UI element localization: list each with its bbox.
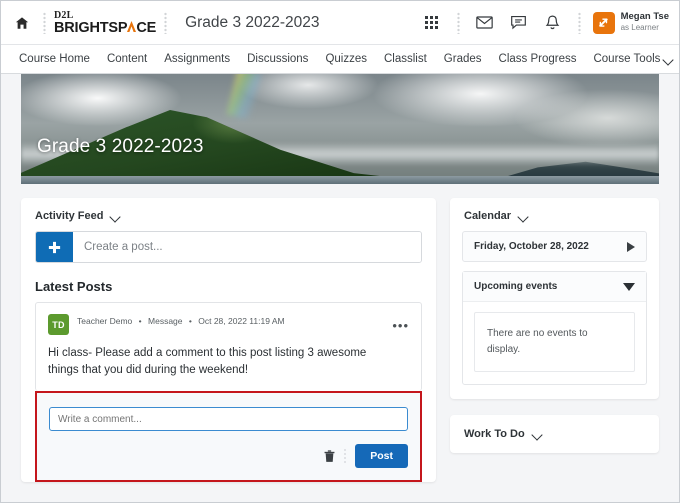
comment-composer-highlight: Post (35, 391, 422, 483)
post-body: Hi class- Please add a comment to this p… (48, 347, 367, 376)
left-column: Activity Feed Create a post... Latest Po… (21, 198, 436, 483)
right-column: Calendar Friday, October 28, 2022 Upcomi… (450, 198, 659, 482)
logo-chevron-a-icon (127, 20, 137, 36)
banner-title: Grade 3 2022-2023 (37, 136, 204, 157)
chevron-down-icon[interactable] (519, 212, 528, 221)
nav-label: Class Progress (498, 53, 577, 65)
work-to-do-title: Work To Do (464, 428, 525, 440)
nav-item-content[interactable]: Content (107, 53, 147, 65)
brightspace-logo[interactable]: D2L BRIGHTSP CE (54, 10, 156, 36)
header-divider-4 (577, 11, 581, 34)
action-divider (344, 447, 347, 465)
banner-water (21, 176, 659, 184)
header-divider-1 (43, 11, 46, 34)
envelope-icon[interactable] (468, 6, 502, 40)
activity-feed-title: Activity Feed (35, 210, 104, 222)
chevron-down-icon[interactable] (533, 430, 542, 439)
header-actions: Megan Tse as Learner (415, 6, 669, 40)
calendar-current-date: Friday, October 28, 2022 (474, 241, 589, 252)
home-icon[interactable] (9, 16, 35, 30)
role-switch-icon[interactable] (592, 11, 615, 34)
user-name: Megan Tse (620, 11, 669, 23)
calendar-date-row[interactable]: Friday, October 28, 2022 (462, 231, 647, 262)
app-grid-icon[interactable] (415, 6, 449, 40)
nav-item-grades[interactable]: Grades (444, 53, 482, 65)
logo-text-post: CE (136, 19, 157, 36)
nav-label: Classlist (383, 53, 427, 65)
nav-label: Course Tools (593, 53, 661, 65)
nav-label: Content (106, 53, 148, 65)
browser-window: D2L BRIGHTSP CE Grade 3 2022-2023 Megan … (0, 0, 680, 503)
header-divider-2 (164, 11, 168, 34)
nav-item-classlist[interactable]: Classlist (384, 53, 427, 65)
course-navbar: Course Home Content Assignments Discussi… (1, 44, 679, 74)
page-columns: Activity Feed Create a post... Latest Po… (21, 184, 659, 483)
play-arrow-right-icon[interactable] (627, 241, 635, 252)
meta-separator: • (138, 316, 142, 326)
plus-icon[interactable] (36, 232, 73, 262)
course-home-page: Grade 3 2022-2023 Activity Feed Create a… (1, 74, 679, 502)
post-button[interactable]: Post (355, 444, 408, 469)
logo-text-pre: BRIGHTSP (54, 19, 128, 36)
post-item: TD Teacher Demo • Message • Oct 28, 2022… (35, 302, 422, 392)
empty-state-message: There are no events to display. (474, 312, 635, 372)
upcoming-events-section: Upcoming events There are no events to d… (462, 271, 647, 385)
post-type: Message (148, 316, 183, 326)
nav-label: Quizzes (325, 53, 367, 65)
upcoming-events-header[interactable]: Upcoming events (463, 272, 646, 302)
top-navigation-bar: D2L BRIGHTSP CE Grade 3 2022-2023 Megan … (1, 1, 679, 44)
triangle-down-icon[interactable] (623, 282, 635, 291)
course-title: Grade 3 2022-2023 (185, 13, 320, 31)
work-to-do-header[interactable]: Work To Do (464, 428, 645, 440)
latest-posts-heading: Latest Posts (35, 279, 113, 294)
chat-bubble-icon[interactable] (502, 6, 536, 40)
upcoming-events-title: Upcoming events (474, 281, 558, 292)
meta-separator: • (188, 316, 192, 326)
course-banner-image: Grade 3 2022-2023 (21, 74, 659, 184)
calendar-widget: Calendar Friday, October 28, 2022 Upcomi… (450, 198, 659, 399)
create-post-input[interactable]: Create a post... (73, 232, 421, 262)
header-divider-3 (456, 11, 460, 34)
trash-icon[interactable] (324, 450, 335, 463)
nav-item-course-home[interactable]: Course Home (19, 53, 90, 65)
post-header: TD Teacher Demo • Message • Oct 28, 2022… (48, 314, 409, 335)
nav-label: Course Home (19, 53, 90, 65)
nav-item-discussions[interactable]: Discussions (247, 53, 308, 65)
notification-bell-icon[interactable] (536, 6, 570, 40)
work-to-do-widget: Work To Do (450, 415, 659, 453)
post-timestamp: Oct 28, 2022 11:19 AM (198, 316, 285, 326)
user-role: as Learner (620, 23, 659, 33)
upcoming-events-body: There are no events to display. (463, 302, 646, 384)
nav-label: Assignments (164, 53, 231, 65)
post-meta: Teacher Demo • Message • Oct 28, 2022 11… (77, 314, 285, 326)
chevron-down-icon (664, 55, 673, 64)
calendar-body: Friday, October 28, 2022 Upcoming events… (450, 231, 659, 399)
logo-brightspace-text: BRIGHTSP CE (54, 21, 156, 36)
nav-label: Discussions (247, 53, 309, 65)
nav-item-class-progress[interactable]: Class Progress (499, 53, 577, 65)
nav-label: Grades (443, 53, 482, 65)
avatar: TD (48, 314, 69, 335)
user-menu[interactable]: Megan Tse as Learner (592, 11, 669, 34)
create-post-row[interactable]: Create a post... (35, 231, 422, 263)
ellipsis-icon[interactable]: ••• (392, 314, 409, 332)
chevron-down-icon[interactable] (111, 212, 120, 221)
comment-actions: Post (49, 444, 408, 469)
comment-input[interactable] (49, 407, 408, 432)
post-author: Teacher Demo (77, 316, 133, 326)
nav-item-assignments[interactable]: Assignments (164, 53, 230, 65)
activity-feed-widget: Activity Feed Create a post... Latest Po… (21, 198, 436, 483)
calendar-header[interactable]: Calendar (450, 198, 659, 231)
nav-item-course-tools[interactable]: Course Tools (593, 53, 673, 65)
nav-item-quizzes[interactable]: Quizzes (325, 53, 367, 65)
activity-feed-header[interactable]: Activity Feed (21, 198, 436, 231)
calendar-title: Calendar (464, 210, 512, 222)
